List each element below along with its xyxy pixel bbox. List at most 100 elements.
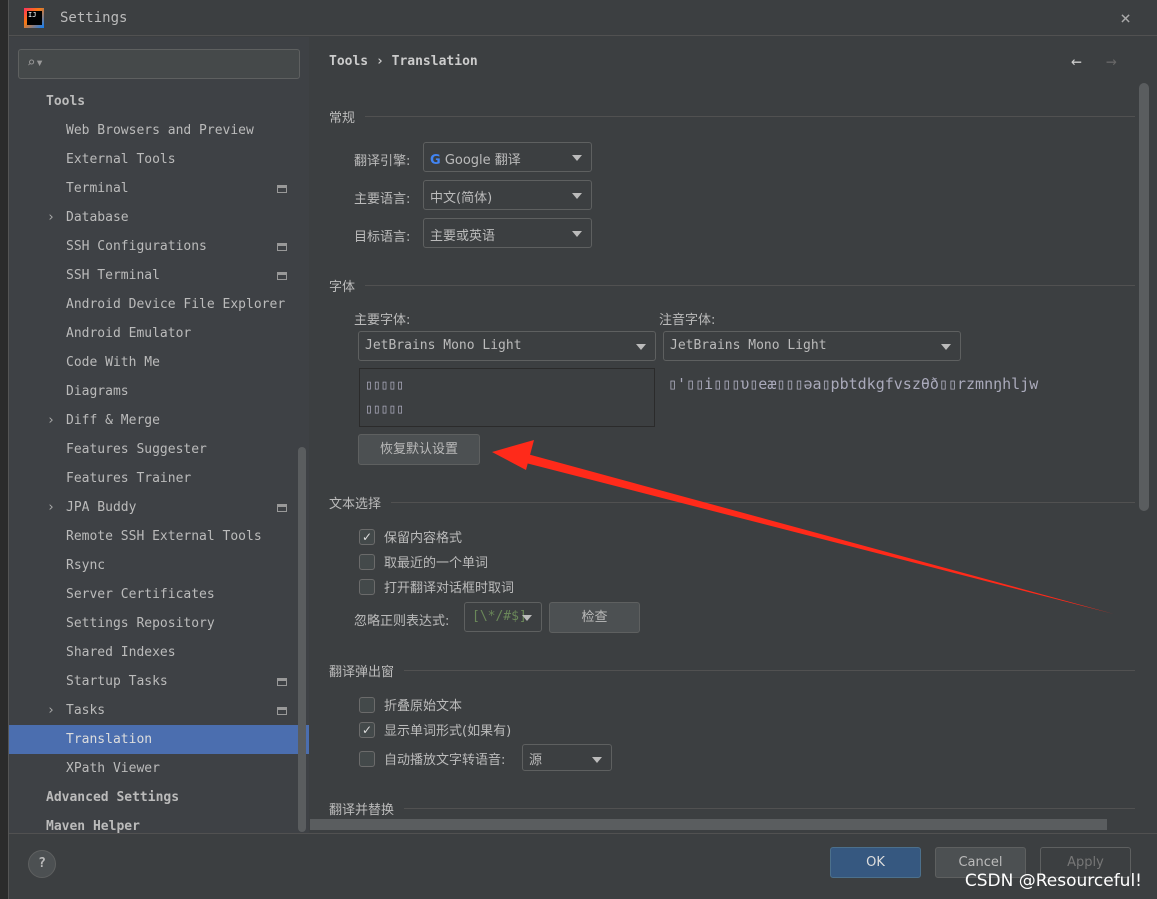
sidebar-item-features-trainer[interactable]: Features Trainer bbox=[9, 464, 309, 493]
title-bar: Settings × bbox=[9, 0, 1157, 36]
sidebar-item-translation[interactable]: Translation bbox=[9, 725, 309, 754]
sidebar-item-diff-merge[interactable]: › Diff & Merge bbox=[9, 406, 309, 435]
sidebar-item-advanced-settings[interactable]: Advanced Settings bbox=[9, 783, 309, 812]
translation-settings-panel: Tools › Translation ← → 常规 翻译引擎: G Googl… bbox=[310, 37, 1157, 833]
check-button[interactable]: 检查 bbox=[549, 602, 640, 633]
section-title: 常规 bbox=[329, 111, 356, 126]
sidebar-item-ssh-terminal[interactable]: SSH Terminal bbox=[9, 261, 309, 290]
section-popup: 翻译弹出窗 bbox=[329, 661, 1135, 680]
sidebar-item-label: Code With Me bbox=[66, 355, 160, 370]
project-level-icon bbox=[277, 707, 287, 715]
panel-vertical-scrollbar[interactable] bbox=[1139, 83, 1149, 511]
phonetic-font-label: 注音字体: bbox=[659, 313, 716, 328]
sidebar-item-xpath-viewer[interactable]: XPath Viewer bbox=[9, 754, 309, 783]
phonetic-font-select[interactable]: JetBrains Mono Light bbox=[663, 331, 961, 361]
sidebar-item-ssh-configurations[interactable]: SSH Configurations bbox=[9, 232, 309, 261]
project-level-icon bbox=[277, 504, 287, 512]
sidebar-item-label: Tools bbox=[46, 94, 86, 109]
primary-font-select[interactable]: JetBrains Mono Light bbox=[358, 331, 656, 361]
primary-language-select[interactable]: 中文(简体) bbox=[423, 180, 592, 210]
project-level-icon bbox=[277, 243, 287, 251]
close-icon[interactable]: × bbox=[1120, 8, 1131, 29]
sidebar-item-label: Android Device File Explorer bbox=[66, 297, 286, 312]
chevron-right-icon[interactable]: › bbox=[47, 696, 55, 725]
section-title: 翻译并替换 bbox=[329, 803, 395, 818]
font-preview: ▯▯▯▯▯ ▯▯▯▯▯ bbox=[359, 368, 655, 427]
sidebar-item-startup-tasks[interactable]: Startup Tasks bbox=[9, 667, 309, 696]
section-general: 常规 bbox=[329, 107, 1135, 126]
chevron-right-icon[interactable]: › bbox=[47, 493, 55, 522]
phonetic-preview: ▯'▯▯i▯▯▯υ▯eæ▯▯▯əa▯pbtdkgfvszθð▯▯rzmnŋhlj… bbox=[668, 375, 1039, 393]
phonetic-font-value: JetBrains Mono Light bbox=[670, 338, 827, 353]
checkbox-label: 打开翻译对话框时取词 bbox=[384, 581, 515, 596]
sidebar-item-label: Database bbox=[66, 210, 129, 225]
autoplay-source-select[interactable]: 源 bbox=[522, 744, 612, 771]
autoplay-tts-checkbox[interactable]: 自动播放文字转语音: bbox=[359, 749, 505, 768]
sidebar-item-label: Tasks bbox=[66, 703, 106, 718]
select-on-open-checkbox[interactable]: 打开翻译对话框时取词 bbox=[359, 577, 514, 596]
back-arrow-icon[interactable]: ← bbox=[1071, 51, 1082, 72]
fold-original-checkbox[interactable]: 折叠原始文本 bbox=[359, 695, 462, 714]
primary-language-value: 中文(简体) bbox=[430, 191, 493, 206]
reset-defaults-button[interactable]: 恢复默认设置 bbox=[358, 434, 480, 465]
help-button[interactable]: ? bbox=[28, 850, 56, 878]
sidebar-item-web-browsers-and-preview[interactable]: Web Browsers and Preview bbox=[9, 116, 309, 145]
preview-line: ▯▯▯▯▯ bbox=[365, 378, 405, 393]
chevron-right-icon[interactable]: › bbox=[47, 406, 55, 435]
breadcrumb-current: Translation bbox=[391, 54, 478, 69]
primary-language-label: 主要语言: bbox=[354, 192, 411, 207]
ignore-regex-value: [\*/#$] bbox=[472, 609, 527, 624]
breadcrumb-separator: › bbox=[375, 54, 384, 69]
search-input[interactable]: ⌕▾ bbox=[18, 49, 300, 79]
ok-button[interactable]: OK bbox=[830, 847, 921, 878]
sidebar-item-android-device-file-explorer[interactable]: Android Device File Explorer bbox=[9, 290, 309, 319]
primary-font-value: JetBrains Mono Light bbox=[365, 338, 522, 353]
sidebar-item-label: XPath Viewer bbox=[66, 761, 160, 776]
sidebar-item-database[interactable]: › Database bbox=[9, 203, 309, 232]
sidebar-item-label: SSH Terminal bbox=[66, 268, 160, 283]
sidebar-item-tools[interactable]: Tools bbox=[9, 87, 309, 116]
sidebar-item-external-tools[interactable]: External Tools bbox=[9, 145, 309, 174]
sidebar-item-server-certificates[interactable]: Server Certificates bbox=[9, 580, 309, 609]
sidebar-item-tasks[interactable]: › Tasks bbox=[9, 696, 309, 725]
sidebar-item-label: Advanced Settings bbox=[46, 790, 180, 805]
chevron-right-icon[interactable]: › bbox=[47, 203, 55, 232]
sidebar-item-label: Maven Helper bbox=[46, 819, 140, 833]
sidebar-item-maven-helper[interactable]: Maven Helper bbox=[9, 812, 309, 833]
sidebar-item-label: Web Browsers and Preview bbox=[66, 123, 254, 138]
sidebar-item-label: Android Emulator bbox=[66, 326, 192, 341]
forward-arrow-icon[interactable]: → bbox=[1106, 51, 1117, 72]
target-language-select[interactable]: 主要或英语 bbox=[423, 218, 592, 248]
sidebar-item-label: Diff & Merge bbox=[66, 413, 160, 428]
sidebar-item-android-emulator[interactable]: Android Emulator bbox=[9, 319, 309, 348]
sidebar-item-settings-repository[interactable]: Settings Repository bbox=[9, 609, 309, 638]
sidebar-item-label: Translation bbox=[66, 732, 153, 747]
intellij-logo-icon bbox=[24, 7, 44, 28]
ignore-regex-input[interactable]: [\*/#$] bbox=[464, 602, 542, 632]
section-title: 翻译弹出窗 bbox=[329, 665, 395, 680]
checkbox-check-icon: ✓ bbox=[359, 528, 375, 545]
show-word-forms-checkbox[interactable]: ✓ 显示单词形式(如果有) bbox=[359, 720, 511, 739]
ignore-regex-label: 忽略正则表达式: bbox=[354, 614, 450, 629]
sidebar-item-features-suggester[interactable]: Features Suggester bbox=[9, 435, 309, 464]
sidebar-item-terminal[interactable]: Terminal bbox=[9, 174, 309, 203]
engine-select[interactable]: G Google 翻译 bbox=[423, 142, 592, 172]
sidebar-item-jpa-buddy[interactable]: › JPA Buddy bbox=[9, 493, 309, 522]
sidebar-item-remote-ssh-external-tools[interactable]: Remote SSH External Tools bbox=[9, 522, 309, 551]
settings-dialog: Settings × ⌕▾ Tools Web Browsers and Prev… bbox=[8, 0, 1157, 899]
keep-format-checkbox[interactable]: ✓ 保留内容格式 bbox=[359, 527, 462, 546]
checkbox-label: 折叠原始文本 bbox=[384, 699, 463, 714]
sidebar-item-diagrams[interactable]: Diagrams bbox=[9, 377, 309, 406]
window-title: Settings bbox=[60, 9, 128, 26]
nearest-word-checkbox[interactable]: 取最近的一个单词 bbox=[359, 552, 488, 571]
sidebar-item-shared-indexes[interactable]: Shared Indexes bbox=[9, 638, 309, 667]
sidebar-item-rsync[interactable]: Rsync bbox=[9, 551, 309, 580]
breadcrumb-parent[interactable]: Tools bbox=[329, 54, 368, 69]
sidebar-item-label: SSH Configurations bbox=[66, 239, 207, 254]
sidebar-item-code-with-me[interactable]: Code With Me bbox=[9, 348, 309, 377]
sidebar-scrollbar[interactable] bbox=[298, 447, 306, 832]
watermark: CSDN @Resourceful! bbox=[964, 871, 1142, 891]
panel-horizontal-scrollbar[interactable] bbox=[310, 819, 1107, 830]
preview-line: ▯▯▯▯▯ bbox=[365, 402, 405, 417]
search-icon: ⌕▾ bbox=[27, 55, 44, 71]
